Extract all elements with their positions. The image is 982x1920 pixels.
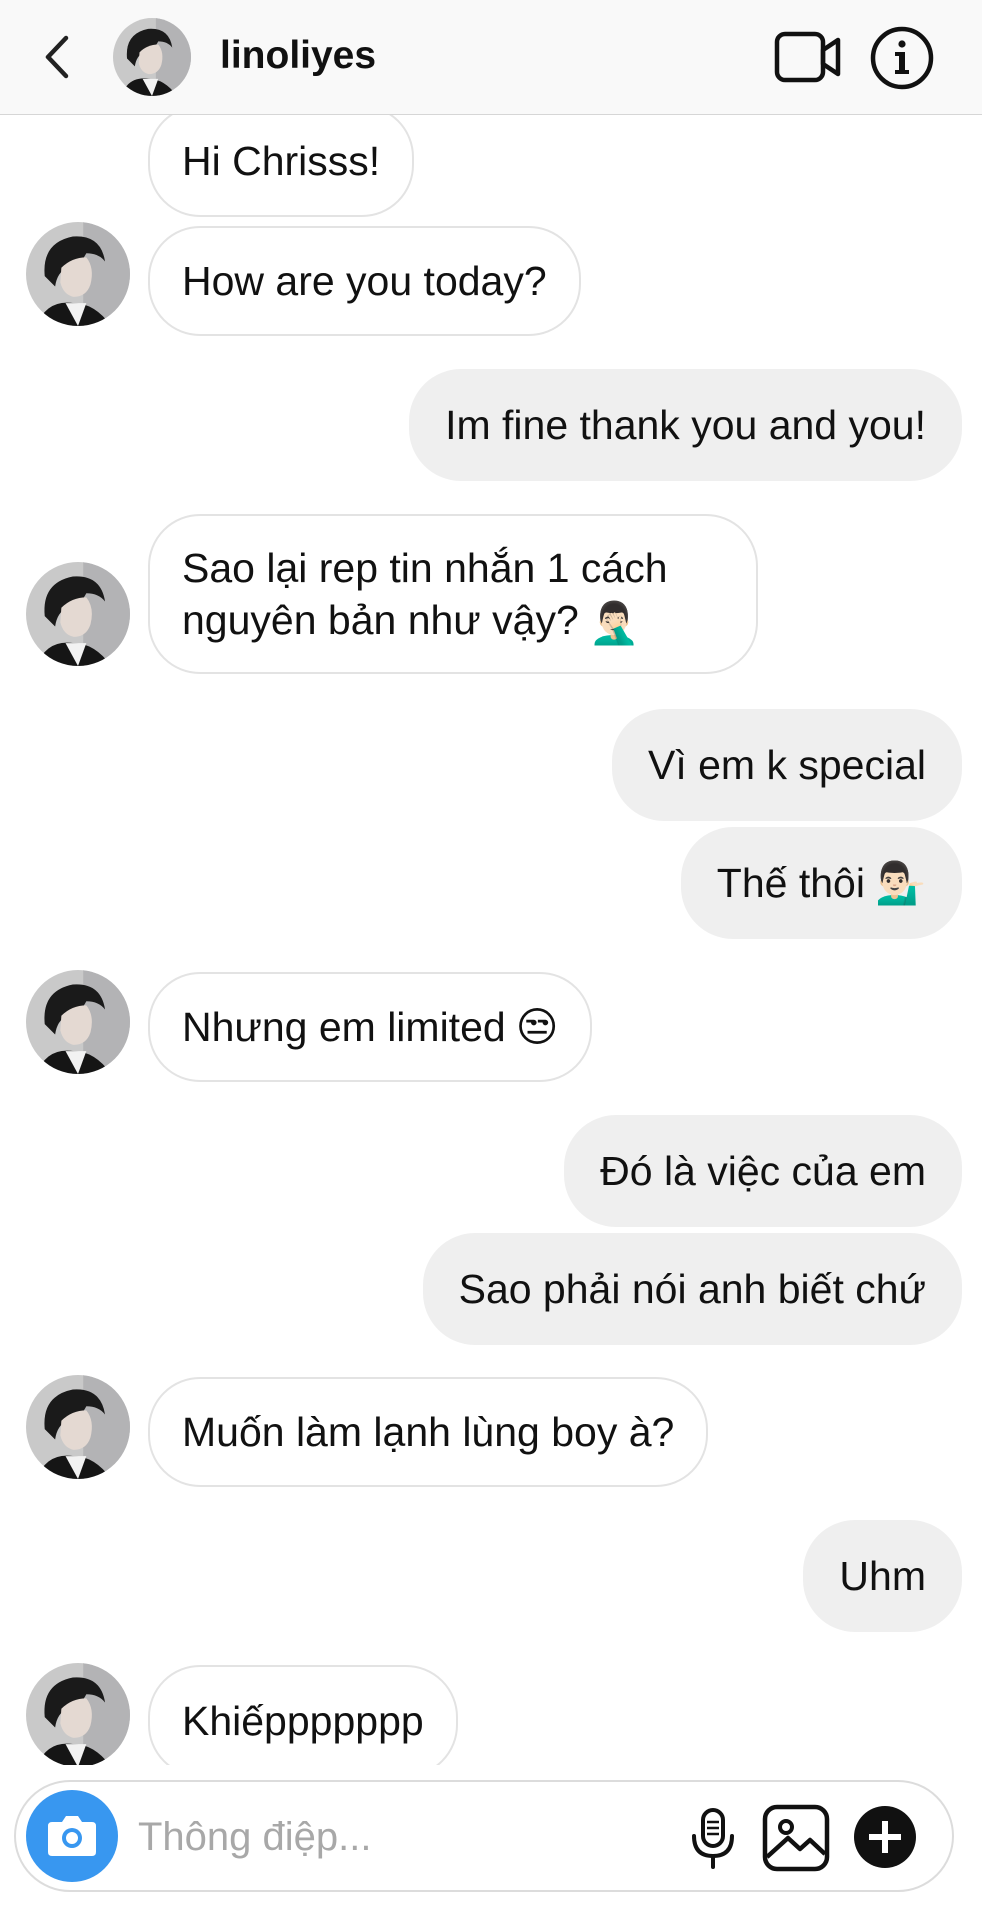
unamused-emoji: 😒 xyxy=(515,1004,559,1050)
message-bubble-incoming[interactable]: Hi Chrisss! xyxy=(148,115,415,217)
avatar-photo xyxy=(26,562,130,666)
message-list[interactable]: Hi Chrisss! How are you today? Im fine t… xyxy=(0,115,982,1765)
chevron-left-icon xyxy=(45,35,69,79)
header-avatar[interactable] xyxy=(113,18,191,96)
message-text: How are you today? xyxy=(182,258,547,304)
message-bubble-incoming[interactable]: Nhưng em limited 😒 xyxy=(148,972,593,1082)
image-icon xyxy=(762,1804,830,1872)
camera-button[interactable] xyxy=(26,1790,118,1882)
message-bubble-outgoing[interactable]: Đó là việc của em xyxy=(564,1115,962,1227)
message-text: Đó là việc của em xyxy=(600,1148,926,1194)
message-bubble-outgoing[interactable]: Thế thôi 💁🏻‍♂️ xyxy=(680,827,962,939)
microphone-button[interactable] xyxy=(684,1806,742,1870)
avatar-photo xyxy=(26,222,130,326)
more-options-button[interactable] xyxy=(852,1804,918,1870)
microphone-icon xyxy=(692,1808,734,1869)
message-text: Nhưng em limited xyxy=(182,1004,506,1050)
sender-avatar[interactable] xyxy=(26,1663,130,1765)
message-text: Khiếppppppp xyxy=(182,1698,424,1744)
avatar-photo xyxy=(26,1375,130,1479)
avatar-photo xyxy=(26,1663,130,1765)
message-text: Muốn làm lạnh lùng boy à? xyxy=(182,1409,675,1455)
message-text: Hi Chrisss! xyxy=(182,138,381,184)
dm-screen: linoliyes Hi Chrisss! How are you today?… xyxy=(0,0,982,1920)
info-button[interactable] xyxy=(868,24,936,92)
avatar-photo xyxy=(113,18,191,96)
message-text: nguyên bản như vậy? xyxy=(182,597,579,643)
message-bubble-incoming[interactable]: Sao lại rep tin nhắn 1 cách nguyên bản n… xyxy=(148,514,758,674)
plus-circle-icon xyxy=(854,1806,916,1868)
message-text: Uhm xyxy=(839,1553,926,1599)
sender-avatar[interactable] xyxy=(26,1375,130,1479)
avatar-photo xyxy=(26,970,130,1074)
chat-header: linoliyes xyxy=(0,0,982,115)
tipping-hand-emoji: 💁🏻‍♂️ xyxy=(874,860,926,906)
sender-avatar[interactable] xyxy=(26,970,130,1074)
camera-icon xyxy=(48,1816,96,1856)
sender-avatar[interactable] xyxy=(26,222,130,326)
video-camera-icon xyxy=(774,31,841,83)
message-composer xyxy=(14,1780,954,1892)
info-icon xyxy=(870,26,934,90)
message-bubble-outgoing[interactable]: Uhm xyxy=(803,1520,962,1632)
message-bubble-outgoing[interactable]: Vì em k special xyxy=(612,709,962,821)
message-input[interactable] xyxy=(136,1806,660,1868)
message-text-line-2: nguyên bản như vậy? 🤦🏻‍♂️ xyxy=(182,594,724,649)
video-call-button[interactable] xyxy=(774,26,842,88)
message-text: Thế thôi xyxy=(716,860,865,906)
chat-username[interactable]: linoliyes xyxy=(220,34,376,78)
message-text: Im fine thank you and you! xyxy=(445,402,926,448)
gallery-button[interactable] xyxy=(760,1802,832,1874)
message-bubble-outgoing[interactable]: Sao phải nói anh biết chứ xyxy=(422,1233,962,1345)
message-text-line: Sao lại rep tin nhắn 1 cách xyxy=(182,545,668,591)
message-bubble-incoming[interactable]: How are you today? xyxy=(148,226,581,336)
sender-avatar[interactable] xyxy=(26,562,130,666)
back-button[interactable] xyxy=(36,30,80,84)
facepalm-emoji: 🤦🏻‍♂️ xyxy=(588,600,640,647)
message-bubble-outgoing[interactable]: Im fine thank you and you! xyxy=(409,369,962,481)
message-bubble-incoming[interactable]: Khiếppppppp xyxy=(148,1665,458,1765)
message-text: Sao phải nói anh biết chứ xyxy=(458,1266,926,1312)
message-text: Vì em k special xyxy=(648,742,926,788)
message-bubble-incoming[interactable]: Muốn làm lạnh lùng boy à? xyxy=(148,1377,709,1487)
